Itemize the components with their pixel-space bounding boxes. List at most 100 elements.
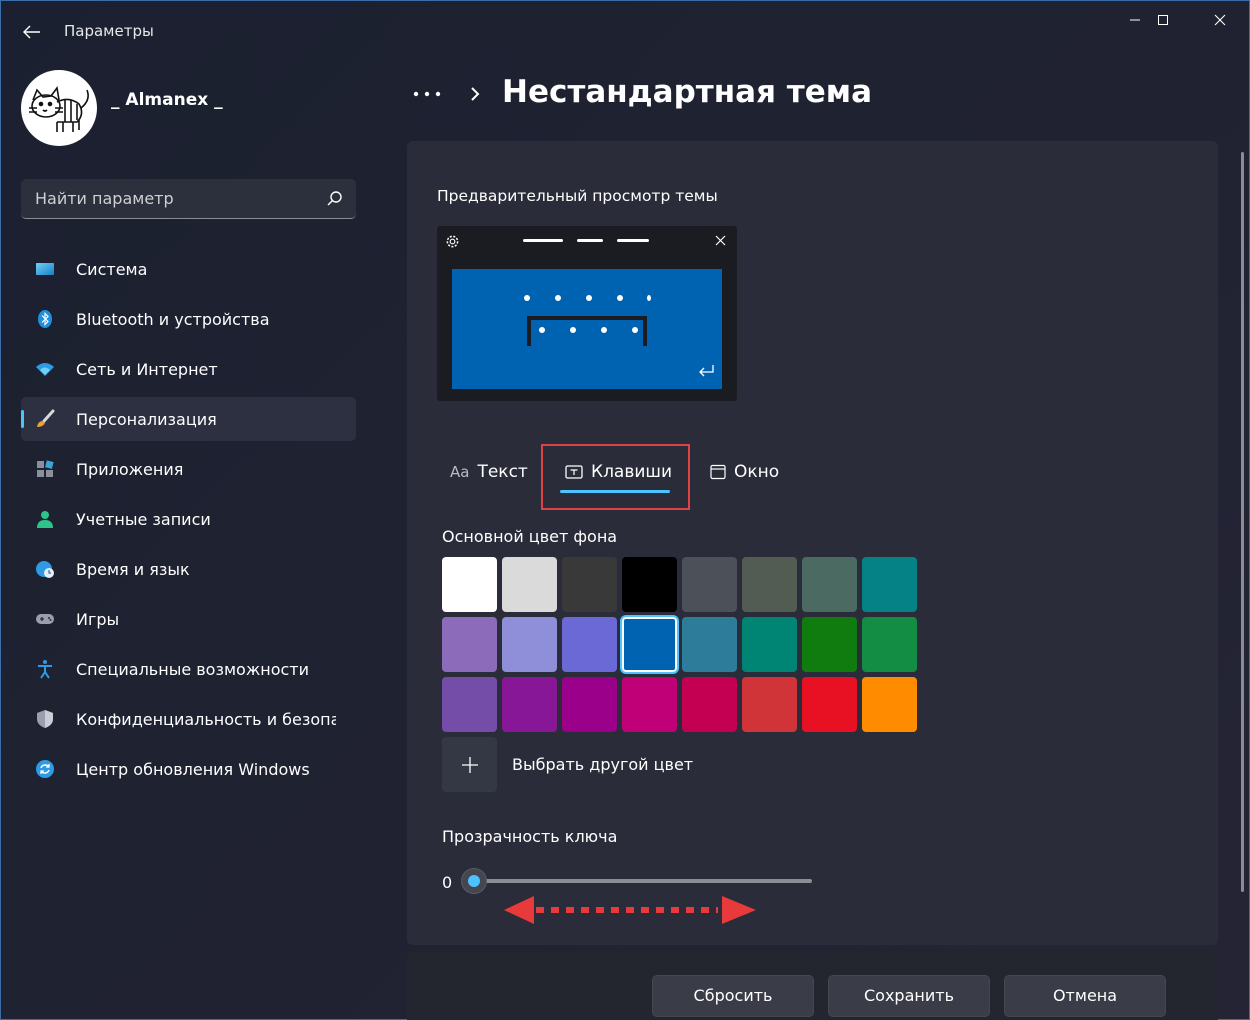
preview-key-dot xyxy=(524,295,530,301)
color-swatch[interactable] xyxy=(502,677,557,732)
search-icon[interactable] xyxy=(324,189,344,209)
sidebar-item-windows-update[interactable]: Центр обновления Windows xyxy=(21,747,356,791)
save-button[interactable]: Сохранить xyxy=(828,975,990,1017)
custom-color-label: Выбрать другой цвет xyxy=(512,755,694,774)
color-swatch[interactable] xyxy=(742,617,797,672)
color-swatch[interactable] xyxy=(562,557,617,612)
plus-icon xyxy=(461,756,478,773)
maximize-button[interactable] xyxy=(1135,0,1191,40)
sidebar-item-privacy[interactable]: Конфиденциальность и безопас xyxy=(21,697,356,741)
color-swatch[interactable] xyxy=(742,677,797,732)
breadcrumb-more-button[interactable] xyxy=(410,80,444,108)
slider-thumb-dot xyxy=(468,875,480,887)
preview-key-dot xyxy=(617,295,623,301)
preview-handle xyxy=(523,239,563,242)
search-input[interactable] xyxy=(21,179,321,218)
scrollbar[interactable] xyxy=(1241,152,1244,892)
color-swatch[interactable] xyxy=(862,617,917,672)
sidebar-item-label: Время и язык xyxy=(76,560,190,579)
brush-icon xyxy=(37,409,55,427)
color-swatch[interactable] xyxy=(562,617,617,672)
maximize-icon xyxy=(1158,15,1168,25)
avatar[interactable] xyxy=(21,70,97,146)
sidebar-item-system[interactable]: Система xyxy=(21,247,356,291)
sidebar-nav: Система Bluetooth и устройства Сеть и Ин… xyxy=(21,247,356,797)
tab-text-label: Текст xyxy=(477,462,528,482)
gear-icon xyxy=(446,235,459,248)
theme-preview xyxy=(437,226,737,401)
color-swatch[interactable] xyxy=(862,557,917,612)
color-swatch[interactable] xyxy=(562,677,617,732)
transparency-slider-track[interactable] xyxy=(474,879,812,883)
sidebar-item-bluetooth[interactable]: Bluetooth и устройства xyxy=(21,297,356,341)
color-swatch[interactable] xyxy=(802,617,857,672)
color-swatch[interactable] xyxy=(442,557,497,612)
color-swatch[interactable] xyxy=(802,557,857,612)
color-swatch[interactable] xyxy=(682,677,737,732)
person-icon xyxy=(37,511,53,528)
sidebar-item-accounts[interactable]: Учетные записи xyxy=(21,497,356,541)
close-button[interactable] xyxy=(1192,0,1248,40)
transparency-slider-thumb[interactable] xyxy=(462,869,486,893)
app-title: Параметры xyxy=(64,22,154,40)
sidebar-item-gaming[interactable]: Игры xyxy=(21,597,356,641)
sidebar-item-label: Специальные возможности xyxy=(76,660,310,679)
display-icon xyxy=(36,263,54,275)
window-icon xyxy=(710,464,726,480)
preview-key-dot xyxy=(586,295,592,301)
globe-clock-icon xyxy=(36,561,54,578)
preview-close-icon xyxy=(715,235,726,246)
color-swatch[interactable] xyxy=(622,557,677,612)
sidebar-item-label: Система xyxy=(76,260,148,279)
background-color-label: Основной цвет фона xyxy=(442,527,618,546)
title-bar: Параметры xyxy=(0,0,1250,62)
enter-key-icon xyxy=(699,365,714,377)
sidebar-item-apps[interactable]: Приложения xyxy=(21,447,356,491)
color-swatch[interactable] xyxy=(682,617,737,672)
color-swatch[interactable] xyxy=(502,617,557,672)
tab-text[interactable]: Aa Текст xyxy=(450,450,528,494)
preview-spacebar xyxy=(531,320,643,346)
more-icon xyxy=(413,91,441,97)
color-swatch[interactable] xyxy=(502,557,557,612)
reset-button[interactable]: Сбросить xyxy=(652,975,814,1017)
color-swatch[interactable] xyxy=(682,557,737,612)
preview-key-dot xyxy=(570,327,576,333)
sidebar-item-label: Учетные записи xyxy=(76,510,211,529)
color-swatch[interactable] xyxy=(442,677,497,732)
gamepad-icon xyxy=(36,614,54,624)
active-indicator xyxy=(21,410,24,428)
color-swatch[interactable] xyxy=(742,557,797,612)
color-swatch[interactable] xyxy=(862,677,917,732)
sidebar-item-personalization[interactable]: Персонализация xyxy=(21,397,356,441)
preview-key-dot xyxy=(647,295,651,301)
preview-handle xyxy=(617,239,649,242)
sidebar-item-accessibility[interactable]: Специальные возможности xyxy=(21,647,356,691)
double-arrow-annotation xyxy=(504,896,756,924)
sidebar-item-label: Bluetooth и устройства xyxy=(76,310,270,329)
shield-icon xyxy=(37,710,53,728)
sidebar-item-network[interactable]: Сеть и Интернет xyxy=(21,347,356,391)
sidebar-item-time-language[interactable]: Время и язык xyxy=(21,547,356,591)
search-box[interactable] xyxy=(21,179,356,219)
bluetooth-icon xyxy=(38,310,52,328)
tab-window[interactable]: Окно xyxy=(710,450,779,494)
tab-highlight-box xyxy=(541,444,690,510)
wifi-icon xyxy=(36,363,54,376)
color-swatch[interactable] xyxy=(622,617,677,672)
apps-icon xyxy=(37,460,54,477)
custom-color-button[interactable] xyxy=(442,737,497,792)
back-button[interactable] xyxy=(14,16,50,48)
sidebar-item-label: Конфиденциальность и безопас xyxy=(76,710,336,729)
color-swatch[interactable] xyxy=(622,677,677,732)
color-swatch[interactable] xyxy=(802,677,857,732)
sidebar-item-label: Персонализация xyxy=(76,410,217,429)
preview-key-dot xyxy=(555,295,561,301)
cancel-button[interactable]: Отмена xyxy=(1004,975,1166,1017)
accessibility-icon xyxy=(38,660,52,679)
sidebar-item-label: Приложения xyxy=(76,460,184,479)
profile-name: _ Almanex _ xyxy=(111,90,223,110)
sidebar-item-label: Сеть и Интернет xyxy=(76,360,218,379)
preview-key-dot xyxy=(539,327,545,333)
color-swatch[interactable] xyxy=(442,617,497,672)
